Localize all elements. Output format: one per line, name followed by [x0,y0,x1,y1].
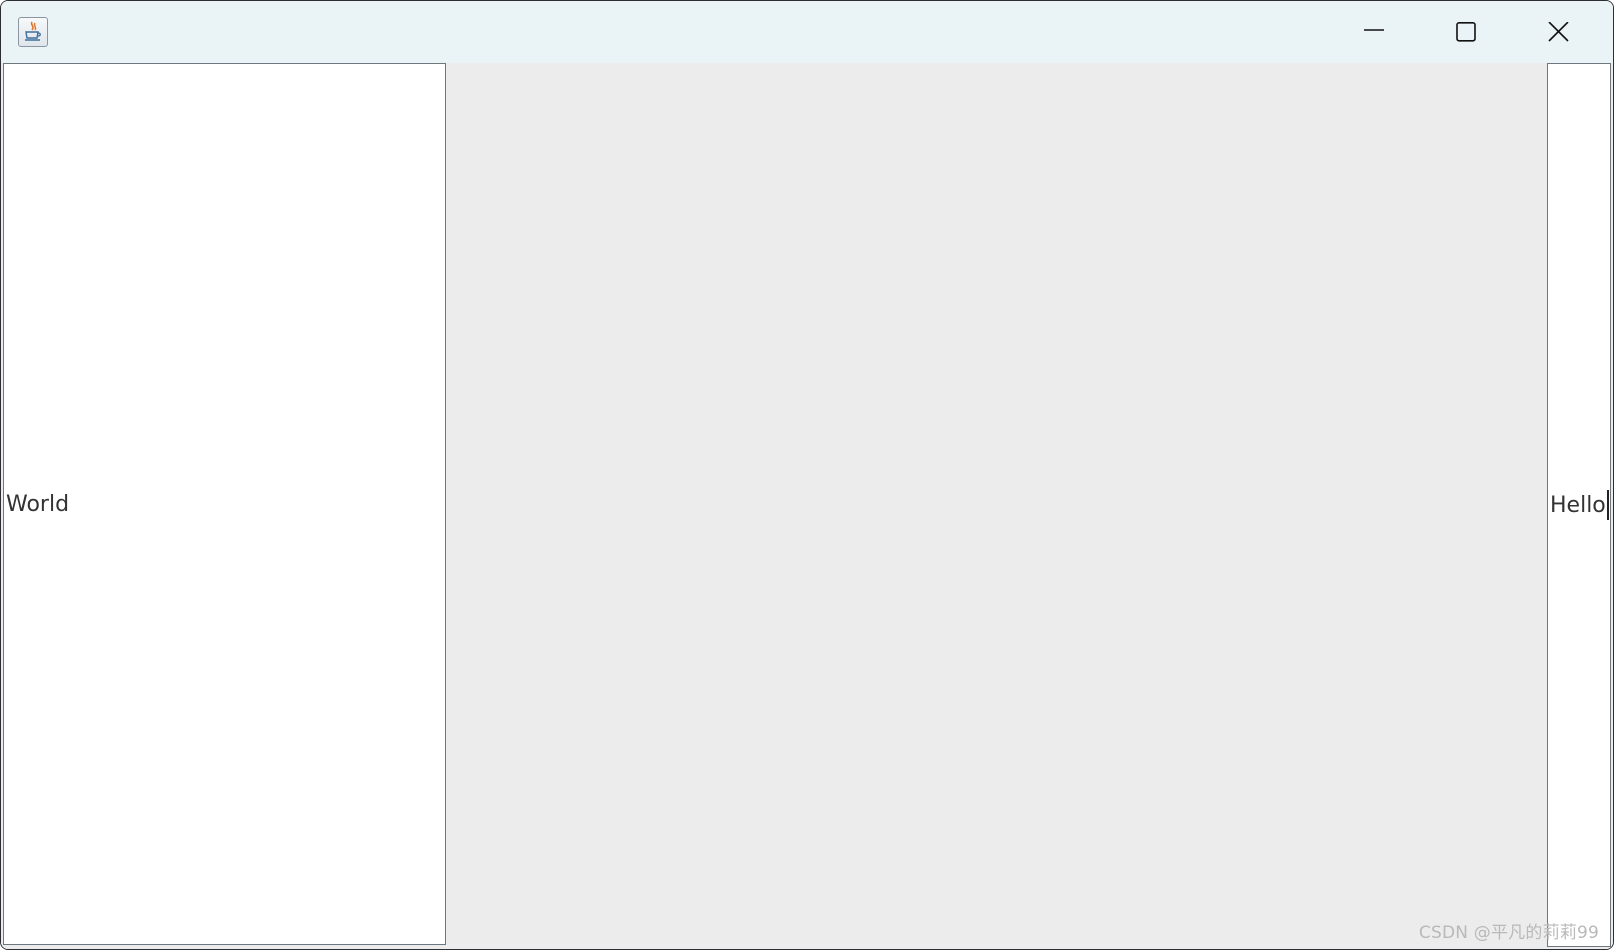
maximize-icon [1456,22,1476,42]
west-text-area[interactable]: World [3,63,446,945]
title-bar[interactable] [1,1,1613,63]
content-pane: World Hello CSDN @平凡的莉莉99 [1,63,1613,949]
minimize-icon [1364,29,1384,31]
minimize-button[interactable] [1327,1,1419,63]
close-icon [1548,22,1569,42]
east-text-value: Hello [1550,492,1606,518]
watermark: CSDN @平凡的莉莉99 [1418,923,1599,943]
maximize-button[interactable] [1419,1,1511,63]
text-caret [1606,490,1609,520]
center-panel [447,63,1547,949]
west-text-value: World [6,491,70,517]
app-window: World Hello CSDN @平凡的莉莉99 [0,0,1614,950]
east-text-area[interactable]: Hello [1547,63,1611,947]
java-coffee-cup-icon[interactable] [18,17,48,47]
close-button[interactable] [1511,1,1603,63]
